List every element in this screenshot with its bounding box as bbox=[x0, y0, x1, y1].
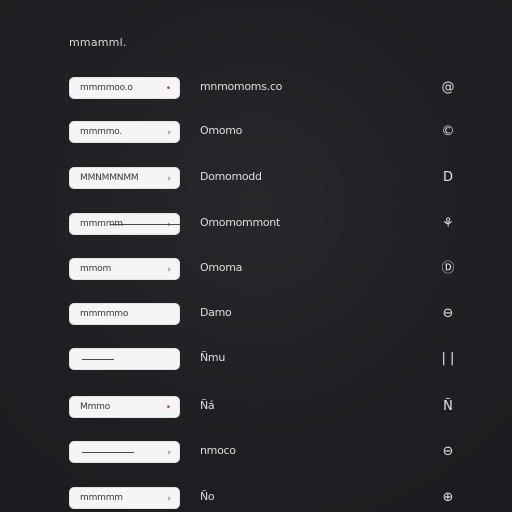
row-label: Ño bbox=[200, 490, 215, 503]
n-icon[interactable]: Ñ bbox=[440, 398, 456, 416]
page-title: mmamml. bbox=[69, 36, 127, 49]
settings-row: mmmmm › Ño ⊕ bbox=[0, 487, 512, 511]
field-value: MMNMMNMM bbox=[80, 173, 139, 183]
status-indicator: • bbox=[165, 84, 171, 94]
sprout-icon[interactable]: ⚘ bbox=[440, 215, 456, 233]
status-indicator: • bbox=[165, 403, 171, 413]
row-label: mnmomoms.co bbox=[200, 80, 282, 93]
circle-icon[interactable]: © bbox=[440, 123, 456, 141]
chevron-right-icon: › bbox=[167, 265, 171, 275]
chevron-right-icon: › bbox=[167, 128, 171, 138]
text-field[interactable]: mmmmoo.o • bbox=[69, 77, 180, 99]
settings-row: › nmoco ⊖ bbox=[0, 441, 512, 465]
row-label: Damo bbox=[200, 306, 232, 319]
text-field[interactable]: Mmmo • bbox=[69, 396, 180, 418]
field-value: mmmmm bbox=[80, 493, 123, 503]
minus-circle-icon[interactable]: ⊖ bbox=[440, 305, 456, 323]
row-label: Ñmu bbox=[200, 351, 226, 364]
field-underline bbox=[82, 452, 134, 453]
settings-row: mmmmoo.o • mnmomoms.co @ bbox=[0, 77, 512, 101]
row-label: nmoco bbox=[200, 444, 236, 457]
text-field[interactable] bbox=[69, 348, 180, 370]
plus-circle-icon[interactable]: ⊕ bbox=[440, 489, 456, 507]
settings-row: Ñmu | | bbox=[0, 348, 512, 372]
minus-circle-icon[interactable]: ⊖ bbox=[440, 443, 456, 461]
settings-row: mmmmo. › Omomo © bbox=[0, 121, 512, 145]
chevron-right-icon: › bbox=[167, 494, 171, 504]
pause-icon[interactable]: | | bbox=[440, 350, 456, 368]
at-icon[interactable]: @ bbox=[440, 79, 456, 97]
field-underline bbox=[82, 359, 114, 360]
settings-row: mmmmm › Omomommont ⚘ bbox=[0, 213, 512, 237]
d-icon[interactable]: D bbox=[440, 169, 456, 187]
field-value: mmmmmo bbox=[80, 309, 129, 319]
circle-letter-icon[interactable]: Ⓓ bbox=[440, 260, 456, 278]
chevron-right-icon: › bbox=[167, 220, 171, 230]
chevron-right-icon: › bbox=[167, 174, 171, 184]
settings-row: mmom › Omoma Ⓓ bbox=[0, 258, 512, 282]
settings-page: mmamml. mmmmoo.o • mnmomoms.co @ mmmmo. … bbox=[0, 0, 512, 512]
row-label: Domomodd bbox=[200, 170, 262, 183]
row-label: Ñá bbox=[200, 399, 215, 412]
chevron-right-icon: › bbox=[167, 448, 171, 458]
text-field[interactable]: mmmmmo bbox=[69, 303, 180, 325]
text-field[interactable]: › bbox=[69, 441, 180, 463]
field-value: Mmmo bbox=[80, 402, 111, 412]
field-value: mmom bbox=[80, 264, 112, 274]
settings-row: mmmmmo Damo ⊖ bbox=[0, 303, 512, 327]
settings-row: MMNMMNMM › Domomodd D bbox=[0, 167, 512, 191]
text-field[interactable]: mmmmm › bbox=[69, 213, 180, 235]
settings-row: Mmmo • Ñá Ñ bbox=[0, 396, 512, 420]
field-value: mmmmoo.o bbox=[80, 83, 133, 93]
text-field[interactable]: MMNMMNMM › bbox=[69, 167, 180, 189]
row-label: Omomommont bbox=[200, 216, 280, 229]
text-field[interactable]: mmmmm › bbox=[69, 487, 180, 509]
row-label: Omoma bbox=[200, 261, 243, 274]
text-field[interactable]: mmom › bbox=[69, 258, 180, 280]
text-field[interactable]: mmmmo. › bbox=[69, 121, 180, 143]
row-label: Omomo bbox=[200, 124, 243, 137]
field-value: mmmmo. bbox=[80, 127, 123, 137]
